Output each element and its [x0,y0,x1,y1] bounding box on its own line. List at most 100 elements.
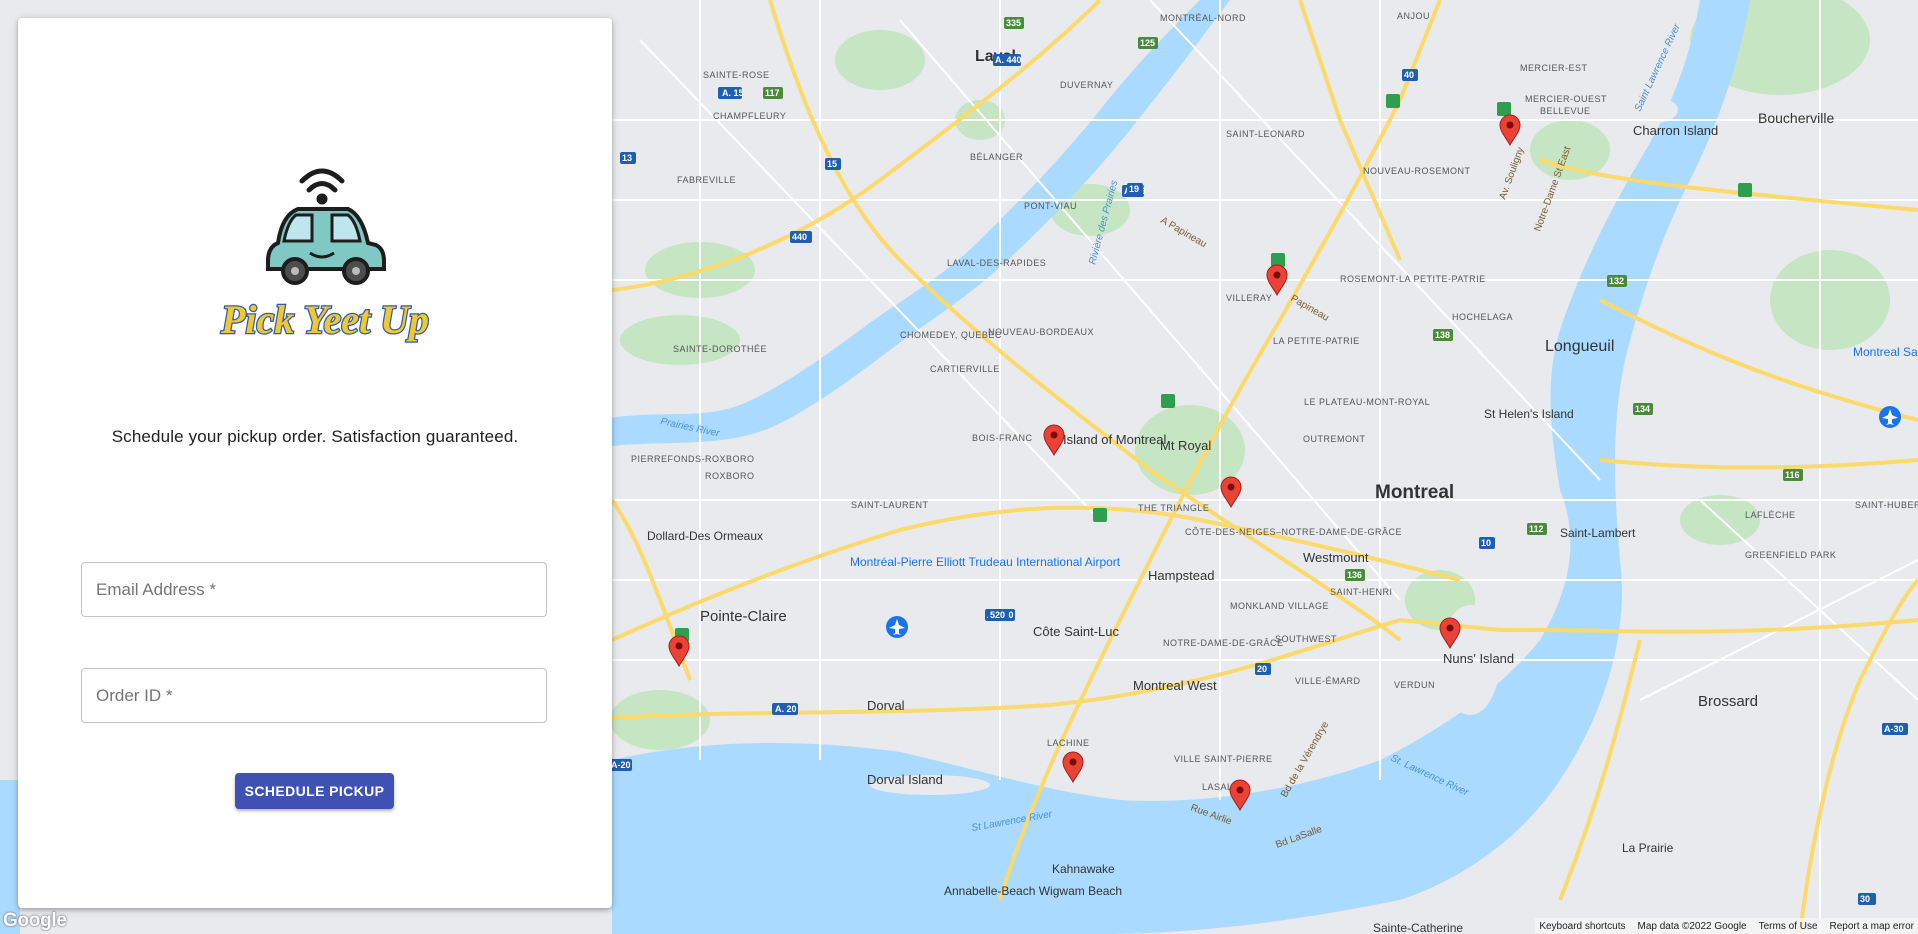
map-pin-dot [1236,786,1244,794]
label-airport: Montréal-Pierre Elliott Trudeau Internat… [850,555,1121,569]
svg-text:CHAMPFLEURY: CHAMPFLEURY [713,111,786,121]
schedule-pickup-button[interactable]: SCHEDULE PICKUP [235,773,394,809]
label-la-prairie: La Prairie [1622,841,1674,855]
label-dorval-island: Dorval Island [867,772,943,787]
svg-text:125: 125 [1140,38,1155,48]
svg-text:A. 20: A. 20 [775,704,797,714]
brand-wordmark: Pick Yeet Up [220,297,429,342]
label-pointe-claire: Pointe-Claire [700,608,787,625]
label-cote-saint-luc: Côte Saint-Luc [1033,624,1119,639]
map-pin-dot [675,642,683,650]
svg-text:BOIS-FRANC: BOIS-FRANC [972,433,1033,443]
keyboard-shortcuts-link[interactable]: Keyboard shortcuts [1539,921,1625,932]
svg-text:117: 117 [765,88,780,98]
label-hampstead: Hampstead [1148,568,1214,583]
map-pin-dot [1069,758,1077,766]
car-icon [266,207,386,285]
svg-text:LAFLÈCHE: LAFLÈCHE [1745,510,1796,520]
map-pin-dot [1273,271,1281,279]
order-id-field [81,668,547,723]
svg-text:MONKLAND VILLAGE: MONKLAND VILLAGE [1230,601,1329,611]
svg-text:134: 134 [1635,404,1650,414]
svg-text:NOTRE-DAME-DE-GRÂCE: NOTRE-DAME-DE-GRÂCE [1163,638,1284,648]
wifi-icon [299,168,345,205]
svg-text:335: 335 [1006,18,1021,28]
svg-text:CARTIERVILLE: CARTIERVILLE [930,364,1000,374]
label-westmount: Westmount [1303,550,1369,565]
svg-text:LACHINE: LACHINE [1047,738,1090,748]
svg-text:10: 10 [1481,538,1491,548]
svg-text:PIERREFONDS-ROXBORO: PIERREFONDS-ROXBORO [631,454,755,464]
email-input[interactable] [82,563,546,616]
svg-text:13: 13 [622,153,632,163]
svg-text:136: 136 [1347,570,1362,580]
pickup-form-panel: Pick Yeet Up Schedule your pickup order.… [18,18,612,908]
svg-text:DUVERNAY: DUVERNAY [1060,80,1113,90]
svg-text:40: 40 [1404,70,1414,80]
svg-text:ROSEMONT-LA PETITE-PATRIE: ROSEMONT-LA PETITE-PATRIE [1340,274,1486,284]
svg-text:SAINT-HENRI: SAINT-HENRI [1330,587,1393,597]
map-attribution: Keyboard shortcuts Map data ©2022 Google… [1535,918,1918,934]
svg-text:A. 440: A. 440 [995,55,1022,65]
svg-text:SAINT-LEONARD: SAINT-LEONARD [1226,129,1305,139]
terms-of-use-link[interactable]: Terms of Use [1759,921,1818,932]
order-id-input[interactable] [82,669,546,722]
label-saint-lambert: Saint-Lambert [1560,526,1636,540]
svg-text:MERCIER-EST: MERCIER-EST [1520,63,1588,73]
label-brossard: Brossard [1698,693,1758,710]
pick-yeet-up-logo: Pick Yeet Up [219,168,430,343]
map-data-credit: Map data ©2022 Google [1637,920,1747,932]
svg-text:ANJOU: ANJOU [1397,11,1430,21]
svg-text:30: 30 [1860,894,1870,904]
svg-text:LAVAL-DES-RAPIDES: LAVAL-DES-RAPIDES [947,258,1046,268]
svg-text:NOUVEAU-ROSEMONT: NOUVEAU-ROSEMONT [1363,166,1471,176]
svg-text:VILLE-ÉMARD: VILLE-ÉMARD [1295,676,1361,686]
svg-text:112: 112 [1529,524,1544,534]
svg-text:BELLEVUE: BELLEVUE [1540,106,1591,116]
label-boucherville: Boucherville [1758,110,1834,126]
svg-text:440: 440 [792,232,807,242]
svg-text:CÔTE-DES-NEIGES–NOTRE-DAME-DE-: CÔTE-DES-NEIGES–NOTRE-DAME-DE-GRÂCE [1185,527,1402,537]
svg-text:SAINT-LAURENT: SAINT-LAURENT [851,500,929,510]
svg-text:GREENFIELD PARK: GREENFIELD PARK [1745,550,1836,560]
tagline: Schedule your pickup order. Satisfaction… [111,427,519,446]
svg-text:MONTRÉAL-NORD: MONTRÉAL-NORD [1160,13,1246,23]
svg-text:19: 19 [1129,184,1139,194]
svg-text:VILLERAY: VILLERAY [1226,293,1272,303]
svg-text:132: 132 [1609,276,1624,286]
svg-text:SAINTE-DOROTHÉE: SAINTE-DOROTHÉE [673,344,767,354]
svg-text:NOUVEAU-BORDEAUX: NOUVEAU-BORDEAUX [988,327,1094,337]
map-pin-dot [1506,121,1514,129]
svg-text:MERCIER-OUEST: MERCIER-OUEST [1525,94,1607,104]
label-kahnawake: Kahnawake [1052,862,1115,876]
label-montreal-west: Montreal West [1133,678,1217,693]
label-nuns-island: Nuns' Island [1443,651,1514,666]
svg-text:SAINTE-ROSE: SAINTE-ROSE [703,70,770,80]
label-montreal: Montreal [1375,482,1454,503]
svg-text:SAINT-HUBERT: SAINT-HUBERT [1855,500,1918,510]
svg-text:138: 138 [1435,330,1450,340]
label-annabelle-beach: Annabelle-Beach Wigwam Beach [944,884,1122,898]
label-st-helens-island: St Helen's Island [1484,407,1574,421]
svg-text:A. 15: A. 15 [722,88,744,98]
map-pin-dot [1227,483,1235,491]
svg-text:ROXBORO: ROXBORO [705,471,755,481]
label-island-of-montreal: Island of Montreal [1063,432,1166,447]
label-longueuil: Longueuil [1545,338,1614,355]
svg-text:A-20: A-20 [611,760,631,770]
map-pin-dot [1050,431,1058,439]
svg-text:BÉLANGER: BÉLANGER [970,152,1023,162]
svg-text:20: 20 [1257,664,1267,674]
report-map-error-link[interactable]: Report a map error [1830,921,1914,932]
svg-text:CHOMEDEY, QUEBEC: CHOMEDEY, QUEBEC [900,330,1002,340]
svg-text:LE PLATEAU-MONT-ROYAL: LE PLATEAU-MONT-ROYAL [1304,397,1430,407]
map-pin-dot [1446,624,1454,632]
svg-text:15: 15 [827,159,837,169]
svg-text:520: 520 [990,610,1005,620]
airport-icon [886,616,908,638]
svg-text:FABREVILLE: FABREVILLE [677,175,736,185]
svg-text:LA PETITE-PATRIE: LA PETITE-PATRIE [1273,336,1360,346]
svg-text:OUTREMONT: OUTREMONT [1303,434,1366,444]
svg-text:VERDUN: VERDUN [1394,680,1435,690]
label-sainte-catherine: Sainte-Catherine [1373,921,1463,934]
